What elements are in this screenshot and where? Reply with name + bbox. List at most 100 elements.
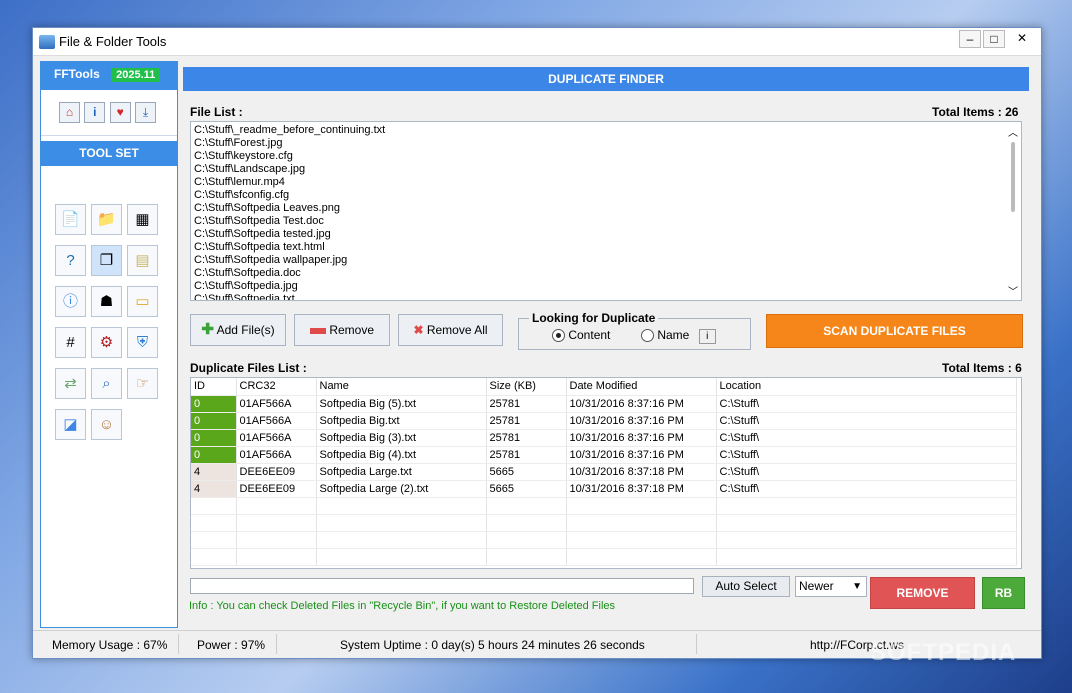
hand-icon[interactable]: ☞: [127, 368, 158, 399]
cell-location: C:\Stuff\: [716, 446, 1017, 464]
cell-crc32: DEE6EE09: [236, 463, 317, 481]
file-list[interactable]: C:\Stuff\_readme_before_continuing.txt C:…: [190, 121, 1022, 301]
list-item[interactable]: C:\Stuff\keystore.cfg: [191, 150, 1021, 163]
duplicate-mode-title: Looking for Duplicate: [529, 311, 659, 325]
list-item[interactable]: C:\Stuff\Softpedia.jpg: [191, 280, 1021, 293]
empty-cell: [566, 514, 717, 532]
empty-cell: [236, 497, 317, 515]
col-id[interactable]: ID: [191, 378, 237, 396]
list-item[interactable]: C:\Stuff\Softpedia.txt: [191, 293, 1021, 300]
empty-cell: [316, 497, 487, 515]
list-item[interactable]: C:\Stuff\Softpedia.doc: [191, 267, 1021, 280]
move-file-icon[interactable]: ⇄: [55, 368, 86, 399]
open-folder-icon[interactable]: ▭: [127, 286, 158, 317]
list-item[interactable]: C:\Stuff\Landscape.jpg: [191, 163, 1021, 176]
name-radio-dot[interactable]: [641, 329, 654, 343]
content-radio[interactable]: Content: [552, 328, 610, 343]
remove-files-button[interactable]: REMOVE: [870, 577, 975, 609]
list-item[interactable]: C:\Stuff\Softpedia wallpaper.jpg: [191, 254, 1021, 267]
duplicates-grid[interactable]: ID CRC32 Name Size (KB) Date Modified Lo…: [191, 378, 1017, 566]
add-files-button[interactable]: ✚ Add File(s): [190, 314, 286, 346]
notes-icon[interactable]: ▤: [127, 245, 158, 276]
search-icon[interactable]: ⌕: [91, 368, 122, 399]
scan-duplicate-button[interactable]: SCAN DUPLICATE FILES: [766, 314, 1023, 348]
info-icon[interactable]: i: [84, 102, 106, 123]
folder-add-icon[interactable]: 📁: [91, 204, 122, 235]
status-separator: [276, 634, 277, 654]
remove-label: Remove: [329, 323, 375, 337]
path-input[interactable]: [190, 578, 694, 594]
close-button[interactable]: ✕: [1007, 30, 1037, 48]
table-row[interactable]: 4 DEE6EE09 Softpedia Large (2).txt 5665 10/3…: [191, 480, 1017, 498]
plus-icon: ✚: [201, 321, 214, 338]
image-icon[interactable]: ◪: [55, 409, 86, 440]
col-location[interactable]: Location: [716, 378, 1017, 396]
cell-name: Softpedia Big (4).txt: [316, 446, 487, 464]
list-item[interactable]: C:\Stuff\lemur.mp4: [191, 176, 1021, 189]
table-row[interactable]: 0 01AF566A Softpedia Big.txt 25781 10/31/201…: [191, 412, 1017, 430]
minimize-button[interactable]: ‒: [959, 30, 981, 48]
cell-date: 10/31/2016 8:37:16 PM: [566, 429, 717, 447]
table-row[interactable]: 0 01AF566A Softpedia Big (5).txt 25781 10/31…: [191, 395, 1017, 413]
app-window: File & Folder Tools ‒ □ ✕ FFTools 2025.1…: [32, 27, 1042, 659]
list-item[interactable]: C:\Stuff\Softpedia Test.doc: [191, 215, 1021, 228]
col-name[interactable]: Name: [316, 378, 487, 396]
download-icon[interactable]: ⤓: [135, 102, 157, 123]
list-item[interactable]: C:\Stuff\Softpedia tested.jpg: [191, 228, 1021, 241]
memory-usage: Memory Usage : 67%: [52, 638, 168, 652]
table-row[interactable]: 0 01AF566A Softpedia Big (4).txt 25781 10/31…: [191, 446, 1017, 464]
duplicate-files-icon[interactable]: ❐: [91, 245, 122, 276]
heart-icon[interactable]: ♥: [109, 102, 131, 123]
table-row[interactable]: 0 01AF566A Softpedia Big (3).txt 25781 10/31…: [191, 429, 1017, 447]
brand-name: FFTools: [54, 67, 100, 81]
hash-icon[interactable]: #: [55, 327, 86, 358]
cell-size: 5665: [486, 463, 567, 481]
name-radio[interactable]: Name i: [641, 328, 716, 344]
gear-icon[interactable]: ⚙: [91, 327, 122, 358]
remove-button[interactable]: Remove: [294, 314, 390, 346]
list-item[interactable]: C:\Stuff\sfconfig.cfg: [191, 189, 1021, 202]
cell-crc32: 01AF566A: [236, 446, 317, 464]
scroll-thumb[interactable]: [1011, 142, 1015, 212]
scroll-down-icon[interactable]: ﹀: [1008, 283, 1018, 298]
cell-size: 25781: [486, 395, 567, 413]
recycle-bin-button[interactable]: RB: [982, 577, 1025, 609]
empty-cell: [486, 548, 567, 566]
list-item[interactable]: C:\Stuff\_readme_before_continuing.txt: [191, 124, 1021, 137]
cell-date: 10/31/2016 8:37:18 PM: [566, 480, 717, 498]
list-item[interactable]: C:\Stuff\Forest.jpg: [191, 137, 1021, 150]
cell-date: 10/31/2016 8:37:18 PM: [566, 463, 717, 481]
cell-size: 25781: [486, 446, 567, 464]
cell-location: C:\Stuff\: [716, 463, 1017, 481]
app-icon: [39, 35, 55, 49]
name-info-button[interactable]: i: [698, 329, 716, 344]
cell-location: C:\Stuff\: [716, 395, 1017, 413]
scroll-up-icon[interactable]: ︿: [1008, 124, 1018, 139]
calendar-icon[interactable]: ▦: [127, 204, 158, 235]
remove-all-button[interactable]: ✖ Remove All: [398, 314, 503, 346]
selection-mode-dropdown[interactable]: Newer ▼: [795, 576, 867, 597]
quick-toolbar: ⌂ i ♥ ⤓: [41, 90, 177, 136]
col-size[interactable]: Size (KB): [486, 378, 567, 396]
col-crc32[interactable]: CRC32: [236, 378, 317, 396]
list-item[interactable]: C:\Stuff\Softpedia Leaves.png: [191, 202, 1021, 215]
help-icon[interactable]: ?: [55, 245, 86, 276]
empty-cell: [191, 514, 237, 532]
document-list-icon[interactable]: 📄: [55, 204, 86, 235]
col-date[interactable]: Date Modified: [566, 378, 717, 396]
list-item[interactable]: C:\Stuff\Softpedia text.html: [191, 241, 1021, 254]
info-circle-icon[interactable]: ⓘ: [55, 286, 86, 317]
home-icon[interactable]: ⌂: [59, 102, 80, 123]
file-list-scrollbar[interactable]: ︿ ﹀: [1005, 122, 1021, 300]
empty-cell: [191, 497, 237, 515]
duplicates-table[interactable]: ID CRC32 Name Size (KB) Date Modified Lo…: [190, 377, 1022, 569]
table-row[interactable]: 4 DEE6EE09 Softpedia Large.txt 5665 10/31/20…: [191, 463, 1017, 481]
maximize-button[interactable]: □: [983, 30, 1005, 48]
user-lock-icon[interactable]: ☺: [91, 409, 122, 440]
auto-select-button[interactable]: Auto Select: [702, 576, 790, 597]
shredder-icon[interactable]: ☗: [91, 286, 122, 317]
shield-icon[interactable]: ⛨: [127, 327, 158, 358]
empty-cell: [716, 548, 1017, 566]
content-radio-dot[interactable]: [552, 329, 565, 343]
chevron-down-icon[interactable]: ▼: [852, 577, 862, 596]
